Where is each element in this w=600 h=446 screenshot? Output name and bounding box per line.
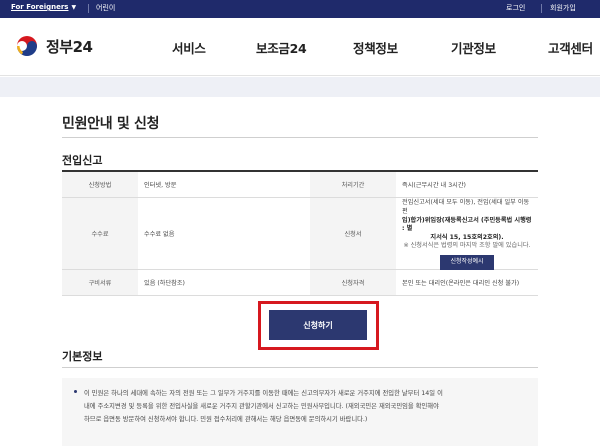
table-header-cell: 처리기간 xyxy=(310,172,396,197)
basic-info-line: 하므로 읍면동 방문하여 신청하셔야 합니다. 민원 접수처리에 관해서는 해당… xyxy=(84,416,368,423)
application-form-cell: 전입신고서(세대 모두 이동), 전입(세대 일부 이동 편 입)합가)위임장(… xyxy=(396,198,538,270)
table-header-cell: 수수료 xyxy=(62,198,138,269)
table-row: 신청방법 인터넷, 방문 처리기간 즉시(근무시간 내 3시간) xyxy=(62,172,538,198)
basic-info-title: 기본정보 xyxy=(62,350,103,363)
table-header-cell: 신청자격 xyxy=(310,270,396,295)
table-row: 구비서류 있음 (하단참조) 신청자격 본인 또는 대리인(온라인은 대리인 신… xyxy=(62,270,538,296)
divider xyxy=(88,4,89,13)
table-cell: 인터넷, 방문 xyxy=(144,182,177,189)
nav-customer-center[interactable]: 고객센터 xyxy=(548,38,593,57)
table-header-cell: 신청서 xyxy=(310,198,396,269)
divider xyxy=(62,137,538,138)
table-row: 수수료 수수료 없음 신청서 전입신고서(세대 모두 이동), 전입(세대 일부… xyxy=(62,198,538,270)
table-header-cell: 구비서류 xyxy=(62,270,138,295)
join-link[interactable]: 회원가입 xyxy=(550,3,576,13)
section-title: 전입신고 xyxy=(62,154,103,167)
table-cell: 본인 또는 대리인(온라인은 대리인 신청 불가) xyxy=(402,280,520,287)
nav-subsidy24[interactable]: 보조금24 xyxy=(256,38,307,57)
site-header: 정부24 서비스 보조금24 정책정보 기관정보 고객센터 xyxy=(0,18,600,76)
basic-info-box: 이 민원은 하나의 세대에 속하는 자의 전원 또는 그 일부가 거주지를 이동… xyxy=(62,378,538,446)
form-note: ※ 신청서식은 법령의 마지막 조항 말에 있습니다. xyxy=(403,242,531,250)
caret-down-icon: ▼ xyxy=(71,4,77,11)
table-cell: 즉시(근무시간 내 3시간) xyxy=(402,182,466,189)
form-text-line: 전입신고서(세대 모두 이동), 전입(세대 일부 이동 편 xyxy=(402,199,530,216)
basic-info-line: 이 민원은 하나의 세대에 속하는 자의 전원 또는 그 일부가 거주지를 이동… xyxy=(84,390,443,397)
logo-text: 정부24 xyxy=(46,37,93,56)
service-info-table: 신청방법 인터넷, 방문 처리기간 즉시(근무시간 내 3시간) 수수료 수수료… xyxy=(62,170,538,296)
kids-link[interactable]: 어린이 xyxy=(96,3,115,13)
basic-info-line: 내에 주소지변경 및 등록을 위한 전입사실을 새로운 거주지 관할기관에서 신… xyxy=(84,403,439,410)
for-foreigners-link[interactable]: For Foreigners ▼ xyxy=(11,3,76,11)
taegeuk-logo-icon xyxy=(14,33,40,59)
login-link[interactable]: 로그인 xyxy=(506,3,525,13)
nav-agency-info[interactable]: 기관정보 xyxy=(451,38,496,57)
table-cell: 수수료 없음 xyxy=(144,231,175,238)
sub-band xyxy=(0,77,600,97)
utility-bar: For Foreigners ▼ 어린이 로그인 회원가입 xyxy=(0,0,600,18)
nav-services[interactable]: 서비스 xyxy=(172,38,206,57)
table-header-cell: 신청방법 xyxy=(62,172,138,197)
form-text-line[interactable]: 입)합가)위임장(재등록신고서 (주민등록법 시행령 : 별 xyxy=(402,217,532,234)
apply-button-highlight: 신청하기 xyxy=(258,301,379,350)
sample-form-button[interactable]: 신청작성예시 xyxy=(440,254,494,270)
page-title: 민원안내 및 신청 xyxy=(62,116,160,132)
table-cell: 있음 (하단참조) xyxy=(144,280,185,287)
divider xyxy=(62,367,538,368)
divider xyxy=(541,4,542,13)
basic-info-text: 이 민원은 하나의 세대에 속하는 자의 전원 또는 그 일부가 거주지를 이동… xyxy=(84,387,528,426)
site-logo[interactable]: 정부24 xyxy=(14,33,93,59)
bullet-icon xyxy=(74,390,77,393)
nav-policy-info[interactable]: 정책정보 xyxy=(353,38,398,57)
apply-button[interactable]: 신청하기 xyxy=(269,310,367,340)
